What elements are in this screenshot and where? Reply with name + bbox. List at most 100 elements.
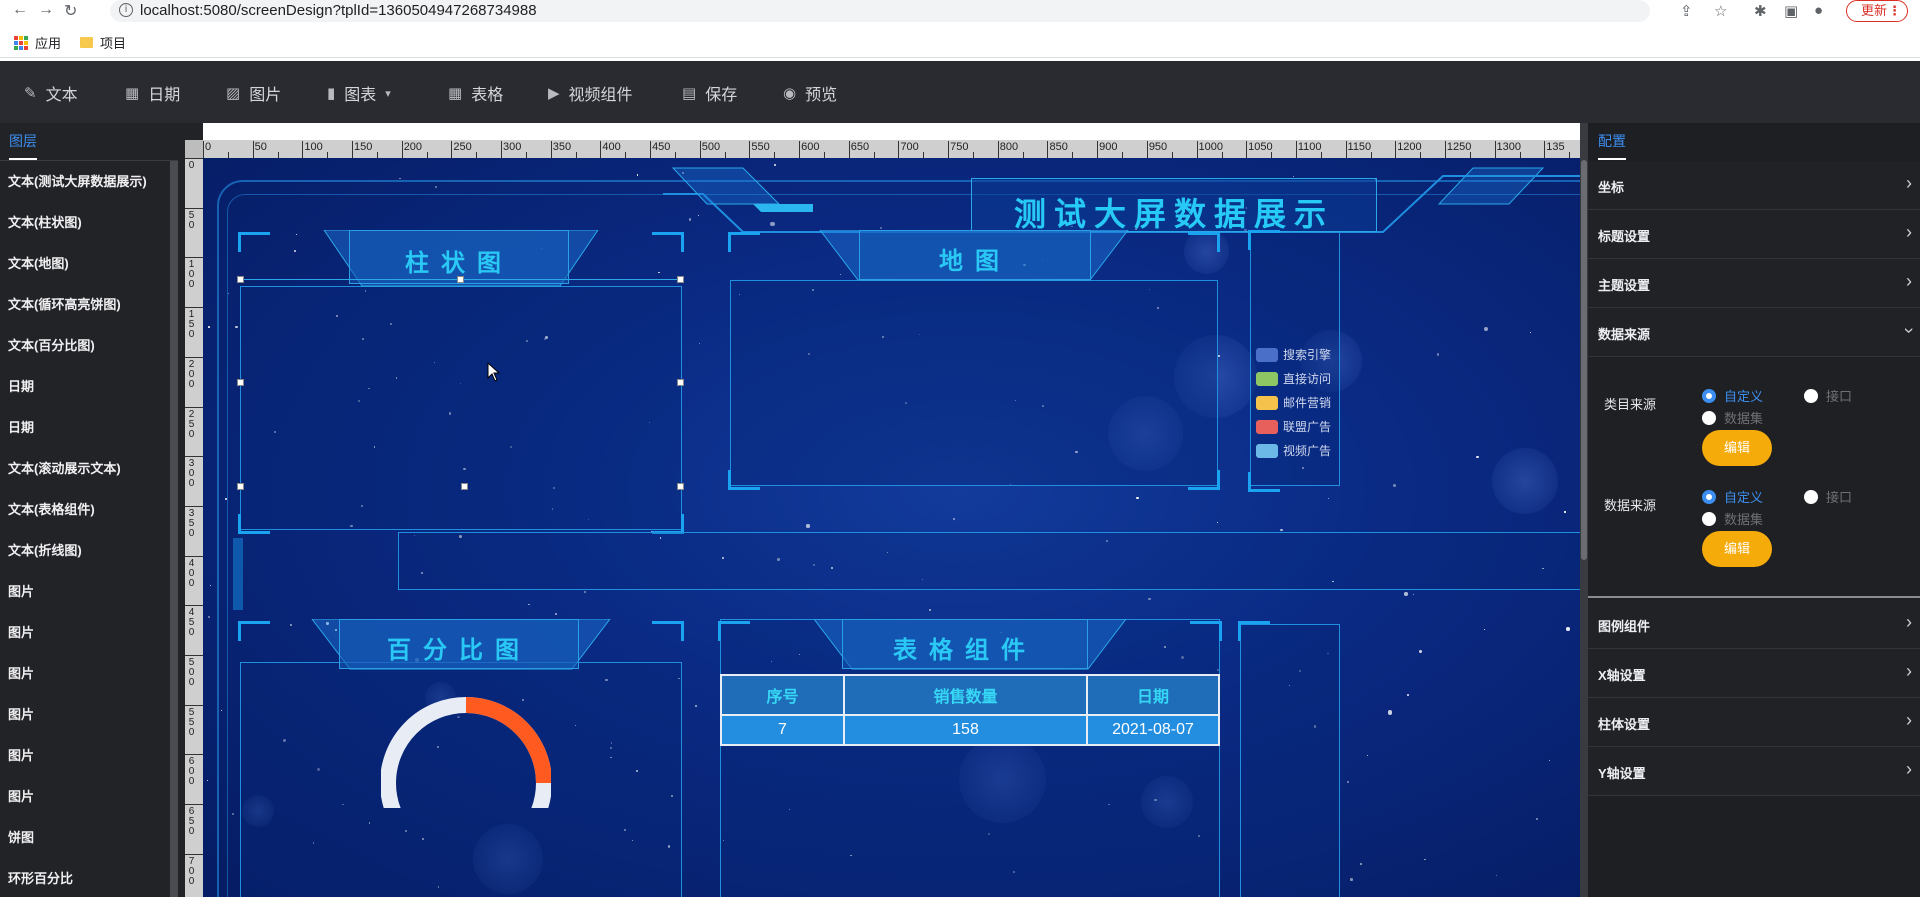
section-title-settings[interactable]: 标题设置 ›: [1588, 210, 1920, 259]
layer-item[interactable]: 图片: [8, 786, 34, 805]
ruler-horizontal[interactable]: 0 50 100 150 200 250 300 350 400 450 500 550 600 650 7…: [203, 140, 1580, 158]
address-bar[interactable]: i localhost:5080/screenDesign?tplId=1360…: [110, 0, 1650, 22]
forward-icon[interactable]: →: [38, 1, 54, 19]
bookmark-star-icon[interactable]: ☆: [1714, 2, 1727, 20]
legend-item[interactable]: 直接访问: [1256, 370, 1331, 387]
toolbar-image-button[interactable]: ▨ 图片: [226, 81, 281, 105]
edit-icon: ✎: [24, 85, 37, 102]
layer-item[interactable]: 图片: [8, 622, 34, 641]
resize-handle[interactable]: [677, 379, 684, 386]
ruler-label: 700: [900, 141, 919, 153]
ruler-label: 400: [188, 557, 195, 589]
layer-item[interactable]: 文本(地图): [8, 253, 69, 272]
toolbar-chart-button[interactable]: ▮ 图表 ▾: [327, 81, 391, 105]
layer-item[interactable]: 文本(折线图): [8, 540, 82, 559]
section-data-source[interactable]: 数据来源 ›: [1588, 308, 1920, 357]
toolbar-video-label: 视频组件: [568, 87, 633, 104]
map-panel[interactable]: [730, 280, 1218, 486]
category-source-api-radio[interactable]: 接口: [1804, 386, 1852, 405]
layer-item[interactable]: 图片: [8, 663, 34, 682]
share-icon[interactable]: ⇪: [1680, 2, 1693, 20]
canvas-scrollbar-thumb[interactable]: [1581, 160, 1587, 560]
bookmark-project[interactable]: 项目: [80, 33, 126, 52]
url-text[interactable]: localhost:5080/screenDesign?tplId=136050…: [140, 2, 537, 19]
section-theme-settings[interactable]: 主题设置 ›: [1588, 259, 1920, 308]
data-source-api-radio[interactable]: 接口: [1804, 487, 1852, 506]
layer-item[interactable]: 文本(百分比图): [8, 335, 95, 354]
toolbar-save-button[interactable]: ▤ 保存: [682, 81, 737, 105]
percent-donut[interactable]: [381, 688, 551, 808]
percent-title-box[interactable]: 百分比图: [339, 619, 579, 669]
corner-deco: [728, 232, 760, 252]
data-source-custom-radio[interactable]: 自定义: [1702, 487, 1763, 506]
tab-layers[interactable]: 图层: [9, 131, 37, 151]
ruler-label: 200: [188, 358, 195, 390]
tab-config[interactable]: 配置: [1598, 131, 1626, 151]
toolbar-table-button[interactable]: ▦ 表格: [448, 81, 503, 105]
section-y-axis[interactable]: Y轴设置 ›: [1588, 747, 1920, 796]
layer-item[interactable]: 文本(柱状图): [8, 212, 82, 231]
layer-item[interactable]: 日期: [8, 376, 34, 395]
ruler-label: 1200: [1397, 141, 1422, 153]
layers-scrollbar[interactable]: [170, 161, 178, 897]
resize-handle[interactable]: [677, 276, 684, 283]
profile-icon[interactable]: ●: [1814, 2, 1823, 19]
layer-item[interactable]: 图片: [8, 745, 34, 764]
reload-icon[interactable]: ↻: [64, 1, 77, 21]
layer-item[interactable]: 文本(循环高亮饼图): [8, 294, 121, 313]
donut-value-arc: [465, 697, 551, 784]
extensions-icon[interactable]: ✱: [1754, 2, 1767, 20]
section-legend[interactable]: 图例组件 ›: [1588, 600, 1920, 649]
ruler-tick: [185, 356, 203, 358]
menu-dots-icon[interactable]: ⋮: [1888, 1, 1901, 21]
bookmark-apps[interactable]: 应用: [14, 33, 61, 52]
resize-handle[interactable]: [457, 276, 464, 283]
layer-item[interactable]: 文本(测试大屏数据展示): [8, 171, 147, 190]
map-title-box[interactable]: 地图: [859, 230, 1091, 280]
layer-item[interactable]: 文本(滚动展示文本): [8, 458, 121, 477]
resize-handle[interactable]: [237, 483, 244, 490]
data-source-dataset-radio[interactable]: 数据集: [1702, 509, 1763, 528]
layer-item[interactable]: 图片: [8, 704, 34, 723]
layer-item[interactable]: 日期: [8, 417, 34, 436]
category-source-custom-radio[interactable]: 自定义: [1702, 386, 1763, 405]
layer-item[interactable]: 饼图: [8, 827, 34, 846]
resize-handle[interactable]: [461, 483, 468, 490]
ruler-vertical[interactable]: 0 50 100 150 200 250 300 350 400 450 500 550 600 650 7…: [185, 158, 203, 897]
radio-dot: [1804, 388, 1818, 403]
toolbar-video-button[interactable]: ▶ 视频组件: [548, 81, 633, 105]
category-edit-button[interactable]: 编辑: [1702, 430, 1772, 466]
resize-handle[interactable]: [677, 483, 684, 490]
layer-item[interactable]: 图片: [8, 581, 34, 600]
layer-item[interactable]: 文本(表格组件): [8, 499, 95, 518]
section-bar-settings[interactable]: 柱体设置 ›: [1588, 698, 1920, 747]
toolbar-text-button[interactable]: ✎ 文本: [24, 81, 78, 105]
category-source-dataset-radio[interactable]: 数据集: [1702, 408, 1763, 427]
screen-title-box[interactable]: 测试大屏数据展示: [971, 178, 1377, 232]
scroll-text-box[interactable]: [398, 532, 1580, 590]
sidepanel-icon[interactable]: ▣: [1784, 2, 1798, 20]
toolbar-preview-button[interactable]: ◉ 预览: [783, 81, 837, 105]
resize-handle[interactable]: [237, 379, 244, 386]
section-x-axis[interactable]: X轴设置 ›: [1588, 649, 1920, 698]
bar-chart-panel[interactable]: [240, 286, 682, 530]
section-label: X轴设置: [1598, 668, 1646, 683]
table-title-box[interactable]: 表格组件: [842, 619, 1088, 669]
resize-handle[interactable]: [237, 276, 244, 283]
toolbar-date-button[interactable]: ▦ 日期: [125, 81, 180, 105]
legend-item[interactable]: 搜索引擎: [1256, 346, 1331, 363]
legend-item[interactable]: 视频广告: [1256, 442, 1331, 459]
back-icon[interactable]: ←: [12, 1, 28, 19]
design-canvas[interactable]: 测试大屏数据展示 柱状图 地图 搜索引擎 直接访问 邮件营销 联盟广告 视频广告 百分比…: [203, 158, 1580, 897]
legend-item[interactable]: 邮件营销: [1256, 394, 1331, 411]
section-label: 标题设置: [1598, 229, 1651, 244]
corner-deco: [718, 621, 750, 641]
layer-item[interactable]: 环形百分比: [8, 868, 73, 887]
data-edit-button[interactable]: 编辑: [1702, 531, 1772, 567]
section-coordinates[interactable]: 坐标 ›: [1588, 161, 1920, 210]
ruler-tick: [799, 141, 801, 158]
update-button[interactable]: 更新 ⋮: [1846, 0, 1908, 22]
line-chart-panel[interactable]: [1240, 624, 1340, 897]
info-icon[interactable]: i: [119, 3, 133, 17]
legend-item[interactable]: 联盟广告: [1256, 418, 1331, 435]
